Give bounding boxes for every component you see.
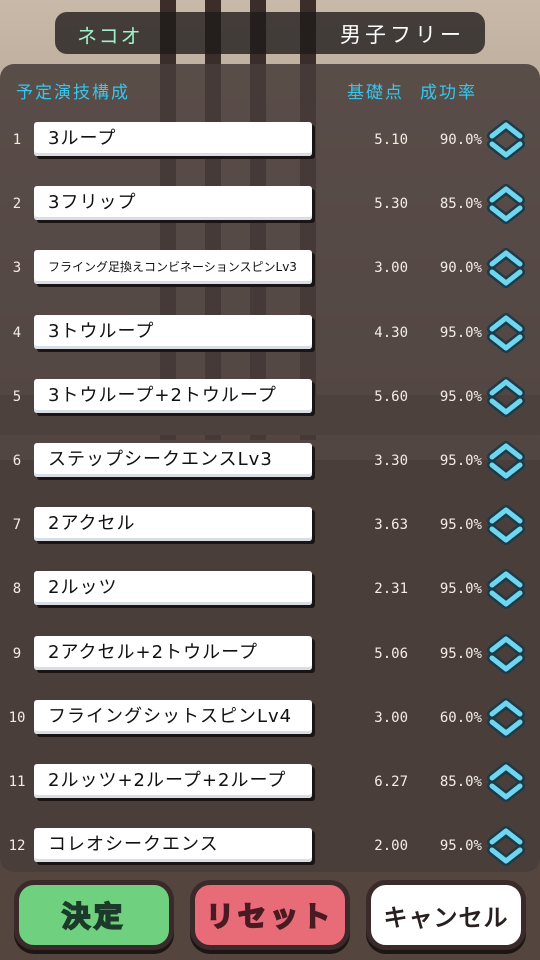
element-name-field[interactable]: 2ルッツ [34,571,312,606]
element-base-value: 3.00 [374,260,408,277]
element-number: 10 [8,709,26,726]
reorder-chevrons-icon[interactable] [486,696,526,740]
element-success-rate: 90.0% [439,260,482,277]
element-name-field[interactable]: フライング足換えコンビネーションスピンLv3 [34,250,312,285]
element-success-rate: 95.0% [439,581,482,598]
reset-button-label: リセット [205,899,334,934]
program-type: 男子フリー [340,23,465,47]
reorder-chevrons-icon[interactable] [486,118,526,162]
cancel-button-label: キャンセル [383,903,509,932]
element-row[interactable]: 1 3ループ 5.10 90.0% [0,120,540,170]
element-number: 9 [12,645,22,662]
element-row[interactable]: 12 コレオシークエンス 2.00 95.0% [0,826,540,876]
element-row[interactable]: 2 3フリップ 5.30 85.0% [0,184,540,234]
reorder-chevrons-icon[interactable] [486,439,526,483]
element-row[interactable]: 8 2ルッツ 2.31 95.0% [0,569,540,619]
decide-button[interactable]: 決定 [14,880,174,950]
element-number: 5 [12,388,22,405]
element-success-rate: 95.0% [439,453,482,469]
element-number: 12 [8,838,26,855]
reset-button[interactable]: リセット [190,880,350,950]
element-number: 2 [12,196,22,213]
element-name-field[interactable]: ステップシークエンスLv3 [34,443,312,477]
element-name-field[interactable]: 2アクセル+2トウループ [34,635,312,670]
element-base-value: 3.30 [374,453,408,469]
element-base-value: 2.00 [374,838,408,855]
element-row[interactable]: 10 フライングシットスピンLv4 3.00 60.0% [0,697,540,748]
cancel-button[interactable]: キャンセル [366,880,526,950]
element-base-value: 3.63 [374,517,408,534]
reorder-chevrons-icon[interactable] [486,246,526,290]
element-number: 11 [8,774,26,790]
element-row[interactable]: 5 3トウループ+2トウループ 5.60 95.0% [0,376,540,427]
player-name: ネコオ [77,24,143,48]
element-name-field[interactable]: 3トウループ+2トウループ [34,378,312,413]
header-bar: ネコオ 男子フリー [55,12,485,54]
reorder-chevrons-icon[interactable] [486,311,526,355]
element-row[interactable]: 7 2アクセル 3.63 95.0% [0,505,540,555]
element-name-field[interactable]: フライングシットスピンLv4 [34,699,312,734]
element-success-rate: 85.0% [439,196,482,213]
element-name-field[interactable]: 2アクセル [34,507,312,542]
reorder-chevrons-icon[interactable] [486,567,526,611]
element-success-rate: 95.0% [439,324,482,341]
planned-elements-title: 予定演技構成 [16,83,130,103]
element-name-field[interactable]: 3フリップ [34,186,312,221]
reorder-chevrons-icon[interactable] [486,182,526,226]
element-row[interactable]: 11 2ルッツ+2ループ+2ループ 6.27 85.0% [0,762,540,812]
element-name-field[interactable]: 3ループ [34,122,312,156]
element-row[interactable]: 3 フライング足換えコンビネーションスピンLv3 3.00 90.0% [0,248,540,298]
element-number: 7 [12,517,22,534]
decide-button-label: 決定 [61,899,126,934]
element-row[interactable]: 6 ステップシークエンスLv3 3.30 95.0% [0,441,540,491]
element-base-value: 5.30 [374,196,408,213]
element-name-field[interactable]: 3トウループ [34,314,312,349]
element-number: 3 [12,260,22,277]
element-base-value: 5.60 [374,388,408,405]
element-base-value: 5.10 [374,132,408,148]
reorder-chevrons-icon[interactable] [486,760,526,804]
element-list-panel: 予定演技構成 基礎点 成功率 1 3ループ 5.10 90.0% 2 3フリップ 5.30 8… [0,64,540,872]
base-value-title: 基礎点 [347,83,404,103]
element-base-value: 4.30 [374,324,408,341]
element-success-rate: 95.0% [439,645,482,662]
element-number: 6 [12,453,22,469]
element-base-value: 3.00 [374,709,408,726]
element-row[interactable]: 9 2アクセル+2トウループ 5.06 95.0% [0,633,540,684]
reorder-chevrons-icon[interactable] [486,824,526,868]
element-base-value: 6.27 [374,774,408,790]
element-success-rate: 95.0% [439,388,482,405]
element-success-rate: 60.0% [439,709,482,726]
element-number: 4 [12,324,22,341]
element-success-rate: 95.0% [439,838,482,855]
element-number: 8 [12,581,22,598]
element-row[interactable]: 4 3トウループ 4.30 95.0% [0,312,540,363]
reorder-chevrons-icon[interactable] [486,503,526,547]
element-base-value: 5.06 [374,645,408,662]
element-name-field[interactable]: コレオシークエンス [34,828,312,863]
success-rate-title: 成功率 [420,83,477,103]
element-success-rate: 90.0% [439,132,482,148]
reorder-chevrons-icon[interactable] [486,375,526,419]
element-base-value: 2.31 [374,581,408,598]
element-success-rate: 85.0% [439,774,482,790]
element-name-field[interactable]: 2ルッツ+2ループ+2ループ [34,764,312,798]
reorder-chevrons-icon[interactable] [486,632,526,676]
element-number: 1 [12,132,22,148]
element-success-rate: 95.0% [439,517,482,534]
